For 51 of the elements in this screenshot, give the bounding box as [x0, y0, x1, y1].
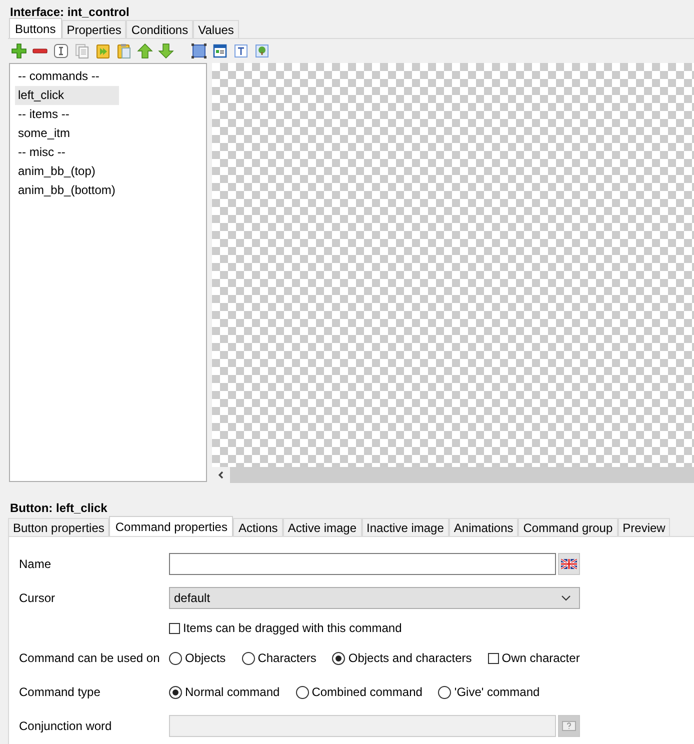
tab[interactable]: Actions	[233, 518, 283, 536]
window-title: Interface: int_control	[9, 4, 130, 19]
paste-forward-icon[interactable]	[95, 43, 111, 59]
radio-option[interactable]: 'Give' command	[438, 685, 540, 699]
field-label: Conjunction word	[19, 719, 113, 733]
list-item[interactable]: some_itm	[15, 124, 119, 143]
tab[interactable]: Buttons	[9, 18, 62, 38]
text-frame-icon[interactable]	[233, 43, 249, 59]
field-label: Command type	[19, 685, 102, 699]
field-label: Cursor	[19, 591, 56, 605]
tab[interactable]: Properties	[62, 20, 126, 38]
name-field[interactable]	[169, 553, 556, 575]
arrow-up-icon[interactable]	[137, 43, 153, 59]
flag-icon	[561, 559, 577, 569]
radio-option[interactable]: Objects and characters	[332, 651, 472, 665]
radio-option[interactable]: Objects	[169, 651, 226, 665]
radio-option[interactable]: Characters	[242, 651, 316, 665]
button-frame-icon[interactable]	[212, 43, 228, 59]
field-label: Name	[19, 557, 52, 571]
list-item[interactable]: anim_bb_(top)	[15, 162, 119, 181]
question-icon	[562, 721, 576, 731]
list-item[interactable]: -- misc --	[15, 143, 119, 162]
tab[interactable]: Active image	[282, 518, 362, 536]
section-title: Button: left_click	[9, 500, 108, 515]
image-frame-icon[interactable]	[254, 43, 270, 59]
arrow-down-icon[interactable]	[158, 43, 174, 59]
field-label: Command can be used on	[19, 651, 161, 665]
cursor-dropdown[interactable]: default	[169, 587, 580, 609]
list-item[interactable]: left_click	[15, 86, 119, 105]
tab[interactable]: Animations	[448, 518, 518, 536]
language-button[interactable]	[558, 553, 580, 575]
radio-option[interactable]: Normal command	[169, 685, 280, 699]
tab[interactable]: Preview	[618, 518, 670, 536]
list-item[interactable]: -- commands --	[15, 67, 119, 86]
tab[interactable]: Conditions	[126, 20, 194, 38]
add-icon[interactable]	[11, 43, 27, 59]
text-cursor-icon[interactable]	[53, 43, 69, 59]
list-item[interactable]: anim_bb_(bottom)	[15, 181, 119, 200]
radio-option[interactable]: Combined command	[296, 685, 422, 699]
tab[interactable]: Inactive image	[362, 518, 449, 536]
tab[interactable]: Command group	[518, 518, 618, 536]
tab[interactable]: Button properties	[8, 518, 110, 536]
tab[interactable]: Values	[193, 20, 239, 38]
rectangle-icon[interactable]	[191, 43, 207, 59]
tab[interactable]: Command properties	[109, 516, 234, 536]
scroll-left-icon[interactable]	[216, 470, 226, 480]
drag-checkbox[interactable]: Items can be dragged with this command	[169, 621, 402, 635]
checkbox-option[interactable]: Own character	[488, 651, 580, 665]
paste-icon[interactable]	[116, 43, 132, 59]
chevron-down-icon	[561, 595, 571, 601]
list-item[interactable]: -- items --	[15, 105, 119, 124]
